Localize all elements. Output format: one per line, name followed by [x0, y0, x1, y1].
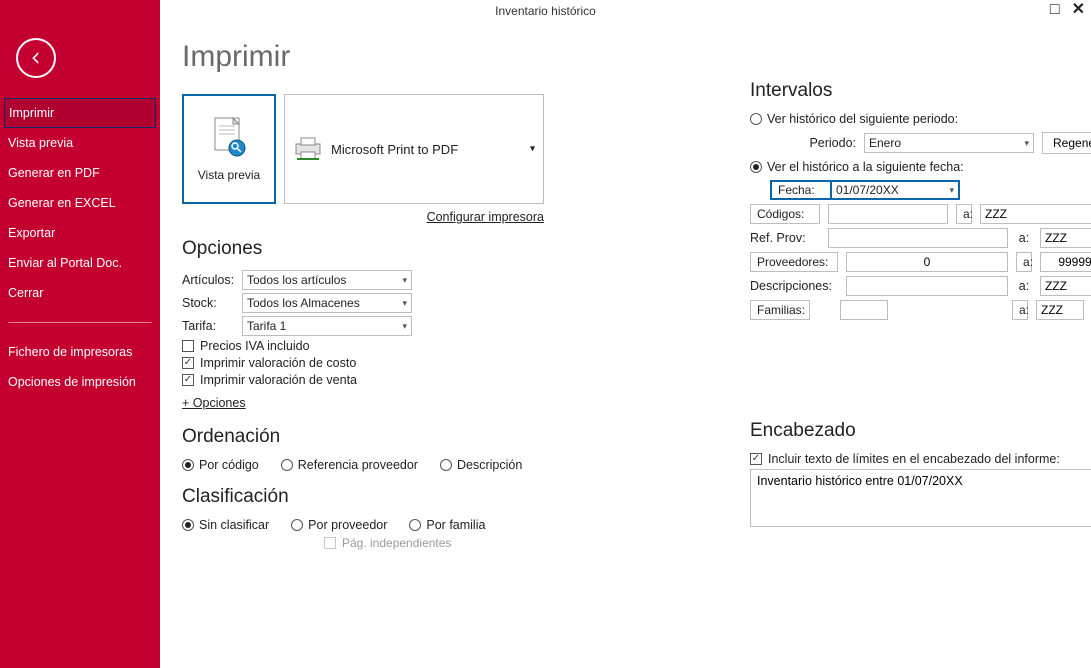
- articulos-select[interactable]: Todos los artículos▾: [242, 270, 412, 290]
- a-label: a:: [1016, 231, 1032, 245]
- section-encabezado: Encabezado: [750, 420, 1091, 442]
- back-button[interactable]: [16, 38, 56, 78]
- valoracion-venta-checkbox[interactable]: [182, 374, 194, 386]
- refprov-to-input[interactable]: [1040, 228, 1091, 248]
- valoracion-costo-checkbox[interactable]: [182, 357, 194, 369]
- chevron-down-icon: ▾: [402, 298, 407, 309]
- familias-to-input[interactable]: [1036, 300, 1084, 320]
- pag-independientes-checkbox: [324, 537, 336, 549]
- a-label: a:: [1016, 252, 1032, 272]
- chevron-down-icon: ▾: [1024, 138, 1029, 149]
- refprov-from-input[interactable]: [828, 228, 1008, 248]
- printer-icon: [293, 136, 323, 162]
- a-label: a:: [956, 204, 972, 224]
- orden-descripcion-radio[interactable]: Descripción: [440, 458, 522, 472]
- vista-previa-label: Vista previa: [198, 168, 260, 182]
- periodo-select[interactable]: Enero▾: [864, 133, 1034, 153]
- incluir-limites-checkbox[interactable]: [750, 453, 762, 465]
- arrow-left-icon: [27, 49, 45, 67]
- vista-previa-button[interactable]: Vista previa: [182, 94, 276, 204]
- periodo-label: Periodo:: [770, 136, 856, 150]
- proveedores-to-input[interactable]: [1040, 252, 1091, 272]
- chevron-down-icon: ▾: [530, 144, 535, 155]
- document-preview-icon: [209, 116, 249, 162]
- sidebar-item-opciones-impresion[interactable]: Opciones de impresión: [0, 367, 160, 397]
- mas-opciones-link[interactable]: + Opciones: [182, 396, 246, 410]
- pag-independientes: Pág. independientes: [324, 536, 562, 550]
- clasif-proveedor-radio[interactable]: Por proveedor: [291, 518, 387, 532]
- sidebar: Imprimir Vista previa Generar en PDF Gen…: [0, 0, 160, 668]
- configurar-impresora-link[interactable]: Configurar impresora: [182, 210, 544, 224]
- familias-from-input[interactable]: [840, 300, 888, 320]
- stock-select[interactable]: Todos los Almacenes▾: [242, 293, 412, 313]
- chevron-down-icon: ▾: [402, 321, 407, 332]
- precios-iva-label: Precios IVA incluido: [200, 339, 310, 353]
- sidebar-separator: [8, 322, 152, 323]
- sidebar-item-imprimir[interactable]: Imprimir: [4, 98, 156, 128]
- precios-iva-checkbox[interactable]: [182, 340, 194, 352]
- familias-label: Familias:: [750, 300, 810, 320]
- regenerar-historico-button[interactable]: Regenerar histórico: [1042, 132, 1091, 154]
- codigos-label: Códigos:: [750, 204, 820, 224]
- sidebar-item-vista-previa[interactable]: Vista previa: [0, 128, 160, 158]
- printer-name: Microsoft Print to PDF: [331, 142, 458, 157]
- tarifa-select[interactable]: Tarifa 1▾: [242, 316, 412, 336]
- sidebar-item-generar-pdf[interactable]: Generar en PDF: [0, 158, 160, 188]
- a-label: a:: [1016, 279, 1032, 293]
- ver-periodo-radio[interactable]: Ver histórico del siguiente periodo:: [750, 112, 1091, 126]
- sidebar-item-generar-excel[interactable]: Generar en EXCEL: [0, 188, 160, 218]
- articulos-label: Artículos:: [182, 273, 234, 287]
- section-clasificacion: Clasificación: [182, 486, 562, 508]
- tarifa-label: Tarifa:: [182, 319, 234, 333]
- valoracion-venta-label: Imprimir valoración de venta: [200, 373, 357, 387]
- sidebar-item-fichero-impresoras[interactable]: Fichero de impresoras: [0, 337, 160, 367]
- incluir-limites-label: Incluir texto de límites en el encabezad…: [768, 452, 1060, 466]
- orden-codigo-radio[interactable]: Por código: [182, 458, 259, 472]
- page-title: Imprimir: [182, 40, 562, 74]
- chevron-down-icon: ▾: [949, 185, 954, 196]
- sidebar-item-cerrar[interactable]: Cerrar: [0, 278, 160, 308]
- clasif-sin-radio[interactable]: Sin clasificar: [182, 518, 269, 532]
- clasif-familia-radio[interactable]: Por familia: [409, 518, 485, 532]
- descripciones-label: Descripciones:: [750, 279, 838, 293]
- a-label: a:: [1012, 300, 1028, 320]
- fecha-label: Fecha:: [770, 180, 830, 200]
- chevron-down-icon: ▾: [402, 275, 407, 286]
- encabezado-textarea[interactable]: [750, 469, 1091, 527]
- sidebar-item-exportar[interactable]: Exportar: [0, 218, 160, 248]
- codigos-from-input[interactable]: [828, 204, 948, 224]
- valoracion-costo-label: Imprimir valoración de costo: [200, 356, 356, 370]
- proveedores-from-input[interactable]: [846, 252, 1008, 272]
- section-opciones: Opciones: [182, 238, 562, 260]
- stock-label: Stock:: [182, 296, 234, 310]
- codigos-to-input[interactable]: [980, 204, 1091, 224]
- fecha-select[interactable]: 01/07/20XX▾: [830, 180, 960, 200]
- section-ordenacion: Ordenación: [182, 426, 562, 448]
- descripciones-to-input[interactable]: [1040, 276, 1091, 296]
- orden-refprov-radio[interactable]: Referencia proveedor: [281, 458, 418, 472]
- printer-select[interactable]: Microsoft Print to PDF ▾: [284, 94, 544, 204]
- ver-fecha-radio[interactable]: Ver el histórico a la siguiente fecha:: [750, 160, 1091, 174]
- refprov-label: Ref. Prov:: [750, 231, 820, 245]
- section-intervalos: Intervalos: [750, 80, 1091, 102]
- proveedores-label: Proveedores:: [750, 252, 838, 272]
- descripciones-from-input[interactable]: [846, 276, 1008, 296]
- sidebar-item-enviar-portal[interactable]: Enviar al Portal Doc.: [0, 248, 160, 278]
